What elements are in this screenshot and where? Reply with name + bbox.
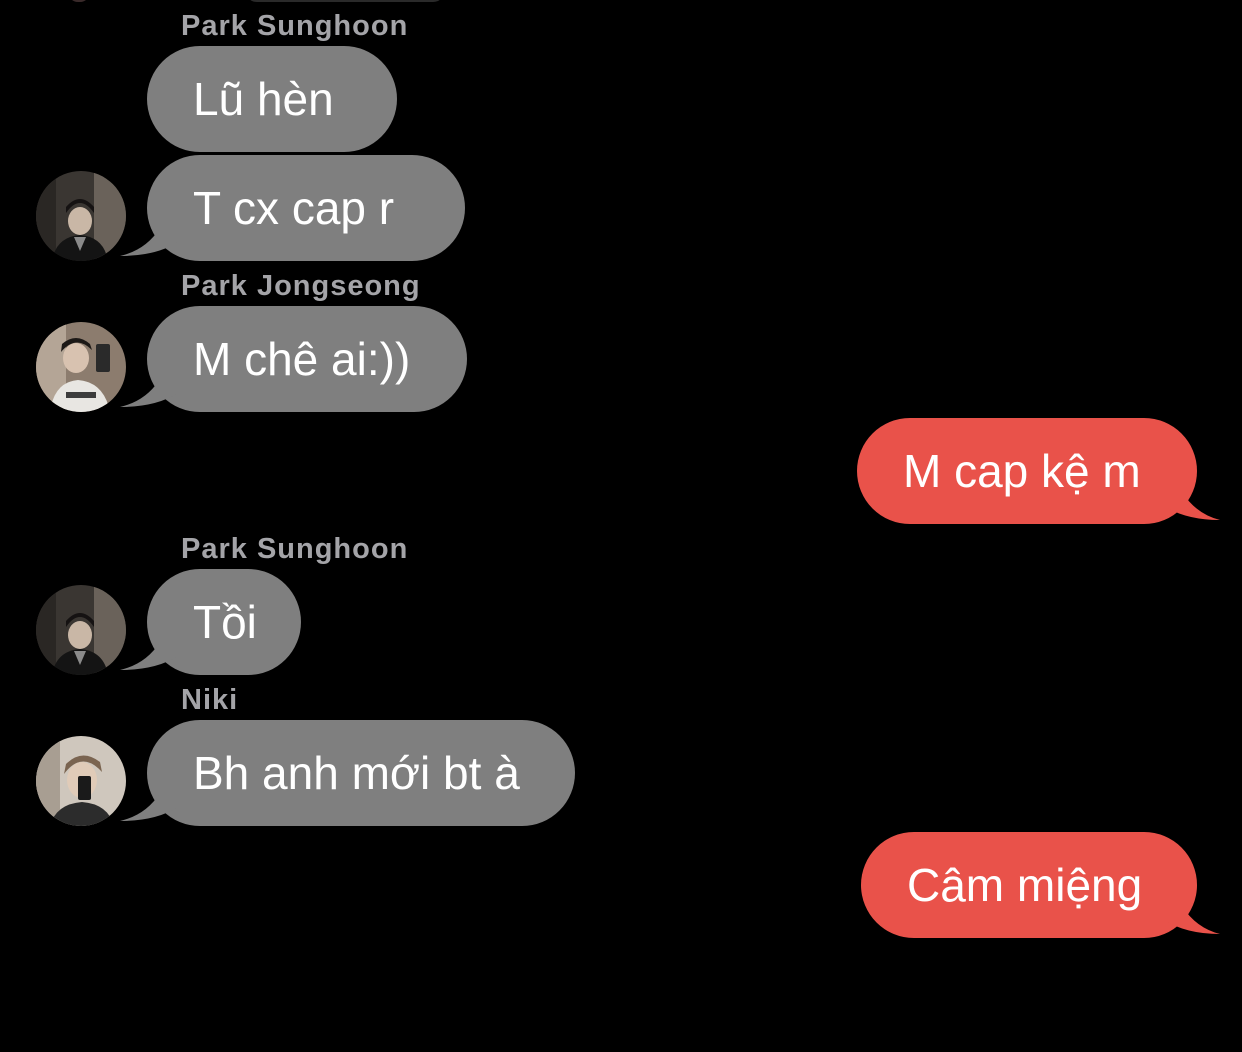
message-text: Lũ hèn (193, 73, 334, 125)
bubble-tail-outgoing (1164, 892, 1220, 934)
sender-name: Park Sunghoon (181, 10, 409, 42)
message-text: Bh anh mới bt à (193, 747, 520, 799)
sender-name: Park Sunghoon (181, 533, 409, 565)
previous-avatar-edge (68, 0, 90, 2)
avatar-niki[interactable] (36, 736, 126, 826)
message-bubble-outgoing[interactable]: M cap kệ m (857, 418, 1197, 524)
avatar-park-sunghoon[interactable] (36, 171, 126, 261)
message-text: M chê ai:)) (193, 333, 411, 385)
avatar-park-jongseong[interactable] (36, 322, 126, 412)
message-text: Câm miệng (907, 859, 1143, 911)
message-bubble-outgoing[interactable]: Câm miệng (861, 832, 1197, 938)
sender-name: Niki (181, 684, 239, 716)
message-text: Tồi (193, 596, 257, 648)
bubble-tail-outgoing (1164, 478, 1220, 520)
previous-bubble-edge (245, 0, 445, 2)
bubble-tail-incoming (120, 365, 178, 407)
message-bubble-incoming[interactable]: M chê ai:)) (147, 306, 467, 412)
bubble-tail-incoming (120, 779, 178, 821)
message-bubble-incoming[interactable]: T cx cap r (147, 155, 465, 261)
sender-name: Park Jongseong (181, 270, 421, 302)
bubble-tail-incoming (120, 214, 178, 256)
message-bubble-incoming[interactable]: Bh anh mới bt à (147, 720, 575, 826)
avatar-park-sunghoon[interactable] (36, 585, 126, 675)
bubble-tail-incoming (120, 628, 178, 670)
message-text: M cap kệ m (903, 445, 1141, 497)
message-text: T cx cap r (193, 182, 395, 234)
message-bubble-incoming[interactable]: Lũ hèn (147, 46, 397, 152)
